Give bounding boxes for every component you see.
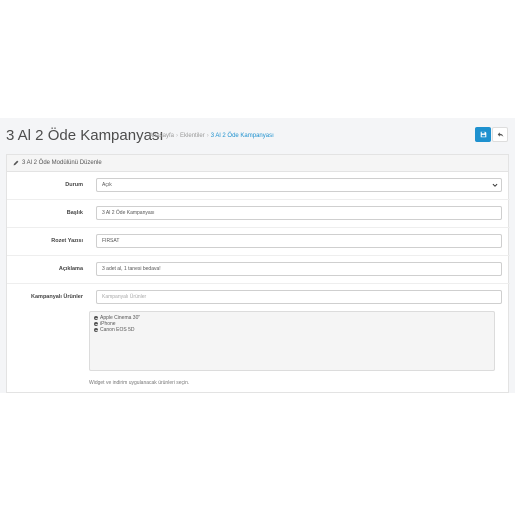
products-label: Kampanyalı Ürünler xyxy=(31,294,83,300)
status-select-value: Açık xyxy=(102,182,112,188)
title-label: Başlık xyxy=(66,210,83,216)
panel-heading-text: 3 Al 2 Öde Modülünü Düzenle xyxy=(22,160,102,166)
panel-heading: 3 Al 2 Öde Modülünü Düzenle xyxy=(7,155,508,172)
badge-row: Rozet Yazısı FIRSAT xyxy=(7,228,510,256)
remove-circle-icon[interactable] xyxy=(94,316,98,320)
page-content: 3 Al 2 Öde Kampanyası Anasayfa › Eklentile… xyxy=(0,118,515,393)
breadcrumb-current[interactable]: 3 Al 2 Öde Kampanyası xyxy=(211,133,274,139)
description-label: Açıklama xyxy=(58,266,83,272)
badge-input[interactable]: FIRSAT xyxy=(96,234,502,248)
save-button[interactable] xyxy=(475,127,491,142)
chevron-down-icon xyxy=(492,183,498,187)
badge-label: Rozet Yazısı xyxy=(51,238,83,244)
status-select[interactable]: Açık xyxy=(96,178,502,192)
selected-products-list: Apple Cinema 30" iPhone Canon EOS 5D xyxy=(89,311,495,371)
description-input[interactable]: 3 adet al, 1 tanesi bedava! xyxy=(96,262,502,276)
page-header: 3 Al 2 Öde Kampanyası Anasayfa › Eklentile… xyxy=(0,118,515,154)
breadcrumb-extensions[interactable]: Eklentiler xyxy=(180,133,205,139)
products-help-text: Widget ve indirim uygulanacak ürünleri s… xyxy=(89,380,190,386)
status-label: Durum xyxy=(65,182,83,188)
products-autocomplete-input[interactable]: Kampanyalı Ürünler xyxy=(96,290,502,304)
title-input[interactable]: 3 Al 2 Öde Kampanyası xyxy=(96,206,502,220)
title-row: Başlık 3 Al 2 Öde Kampanyası xyxy=(7,200,510,228)
save-icon xyxy=(480,131,486,138)
remove-circle-icon[interactable] xyxy=(94,328,98,332)
status-row: Durum Açık xyxy=(7,172,510,200)
pencil-icon xyxy=(13,160,19,166)
back-button[interactable] xyxy=(492,127,508,142)
description-row: Açıklama 3 adet al, 1 tanesi bedava! xyxy=(7,256,510,284)
list-item: Canon EOS 5D xyxy=(94,327,490,333)
reply-icon xyxy=(497,132,503,137)
remove-circle-icon[interactable] xyxy=(94,322,98,326)
product-name: Canon EOS 5D xyxy=(100,327,135,333)
breadcrumb: Anasayfa › Eklentiler › 3 Al 2 Öde Kampanyas… xyxy=(149,133,274,139)
breadcrumb-home[interactable]: Anasayfa xyxy=(149,133,174,139)
page-title: 3 Al 2 Öde Kampanyası xyxy=(6,127,164,144)
